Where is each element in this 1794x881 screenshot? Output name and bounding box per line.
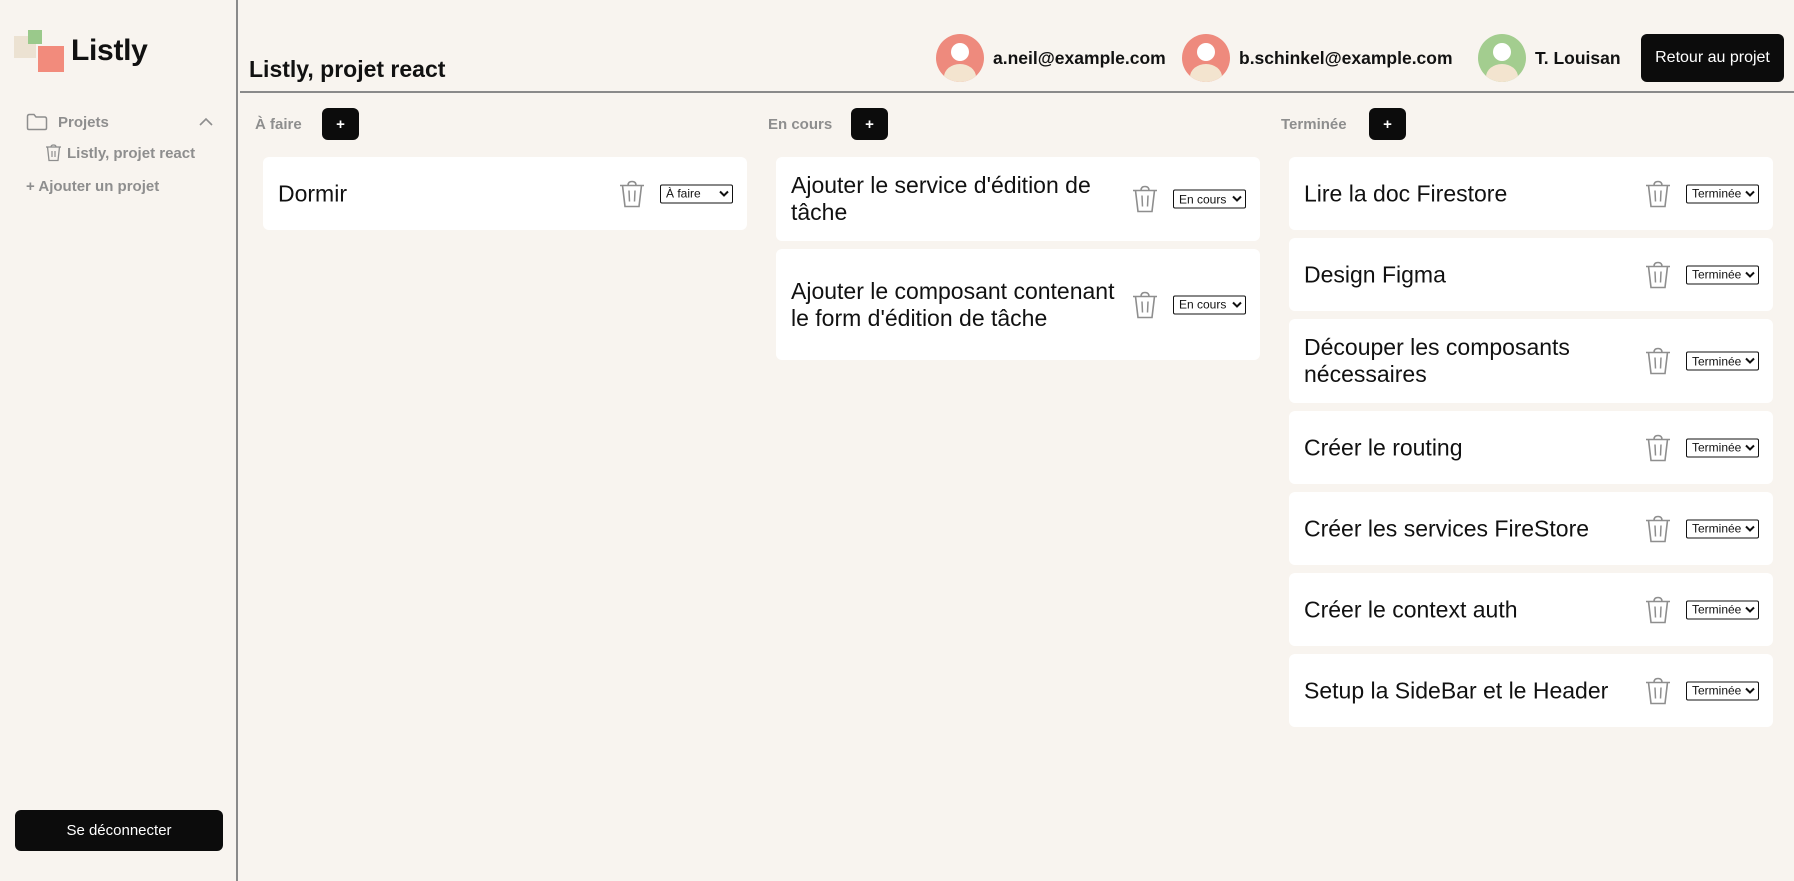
task-title: Design Figma	[1304, 261, 1446, 287]
trash-icon[interactable]	[1644, 595, 1672, 624]
column-title: À faire	[255, 116, 302, 133]
status-select[interactable]: Terminée	[1686, 265, 1759, 284]
task-card[interactable]: Design Figma Terminée	[1289, 238, 1773, 311]
sidebar-item-label: Listly, projet react	[67, 144, 196, 162]
task-title: Ajouter le service d'édition de tâche	[791, 172, 1091, 225]
avatar	[936, 34, 984, 82]
logo-text: Listly	[71, 34, 148, 67]
status-select[interactable]: À faire	[660, 184, 733, 203]
status-select[interactable]: Terminée	[1686, 519, 1759, 538]
task-title: Dormir	[278, 180, 347, 206]
chevron-up-icon[interactable]	[198, 114, 214, 130]
task-card[interactable]: Lire la doc Firestore Terminée	[1289, 157, 1773, 230]
card-list: Dormir À faire	[263, 157, 747, 238]
sidebar-projects-label: Projets	[58, 113, 109, 131]
member-chip[interactable]: b.schinkel@example.com	[1182, 34, 1453, 82]
trash-icon[interactable]	[1131, 185, 1159, 214]
task-title: Créer le context auth	[1304, 596, 1518, 622]
task-title: Ajouter le composant contenant le form d…	[791, 277, 1115, 331]
task-card[interactable]: Découper les composants nécessaires Term…	[1289, 319, 1773, 403]
task-card[interactable]: Créer le routing Terminée	[1289, 411, 1773, 484]
trash-icon[interactable]	[45, 144, 62, 162]
status-select[interactable]: Terminée	[1686, 438, 1759, 457]
app-root: Listly Projets Listly, projet react + Aj…	[0, 0, 1794, 881]
task-card[interactable]: Créer les services FireStore Terminée	[1289, 492, 1773, 565]
avatar	[1478, 34, 1526, 82]
task-title: Créer le routing	[1304, 434, 1463, 460]
member-name: a.neil@example.com	[993, 47, 1166, 68]
task-card[interactable]: Ajouter le composant contenant le form d…	[776, 249, 1260, 360]
add-task-button[interactable]: +	[851, 108, 888, 140]
card-list: Lire la doc Firestore Terminée Design Fi…	[1289, 157, 1773, 735]
trash-icon[interactable]	[1644, 347, 1672, 376]
task-title: Découper les composants nécessaires	[1304, 334, 1570, 387]
logo[interactable]: Listly	[14, 28, 148, 76]
column-title: En cours	[768, 116, 833, 133]
sidebar: Listly Projets Listly, projet react + Aj…	[0, 0, 238, 881]
trash-icon[interactable]	[1644, 433, 1672, 462]
task-title: Créer les services FireStore	[1304, 515, 1590, 541]
status-select[interactable]: En cours	[1173, 295, 1246, 314]
trash-icon[interactable]	[618, 179, 646, 208]
folder-icon	[26, 113, 48, 131]
status-select[interactable]: Terminée	[1686, 600, 1759, 619]
task-card[interactable]: Dormir À faire	[263, 157, 747, 230]
member-name: T. Louisan	[1535, 47, 1621, 68]
sidebar-item-project[interactable]: Listly, projet react	[45, 144, 195, 162]
member-chip[interactable]: a.neil@example.com	[936, 34, 1166, 82]
trash-icon[interactable]	[1131, 290, 1159, 319]
card-list: Ajouter le service d'édition de tâche En…	[776, 157, 1260, 368]
page-title: Listly, projet react	[249, 56, 446, 82]
trash-icon[interactable]	[1644, 676, 1672, 705]
sidebar-projects-toggle[interactable]: Projets	[26, 111, 214, 133]
task-card[interactable]: Setup la SideBar et le Header Terminée	[1289, 654, 1773, 727]
logout-button[interactable]: Se déconnecter	[15, 810, 223, 851]
status-select[interactable]: Terminée	[1686, 351, 1759, 371]
trash-icon[interactable]	[1644, 179, 1672, 208]
task-title: Setup la SideBar et le Header	[1304, 677, 1609, 703]
member-name: b.schinkel@example.com	[1239, 47, 1453, 68]
add-task-button[interactable]: +	[322, 108, 359, 140]
header: Listly, projet react a.neil@example.com …	[240, 0, 1794, 93]
trash-icon[interactable]	[1644, 260, 1672, 289]
task-card[interactable]: Créer le context auth Terminée	[1289, 573, 1773, 646]
avatar	[1182, 34, 1230, 82]
task-card[interactable]: Ajouter le service d'édition de tâche En…	[776, 157, 1260, 241]
status-select[interactable]: Terminée	[1686, 184, 1759, 203]
task-title: Lire la doc Firestore	[1304, 180, 1508, 206]
trash-icon[interactable]	[1644, 514, 1672, 543]
back-to-project-button[interactable]: Retour au projet	[1641, 34, 1784, 82]
add-project-link[interactable]: + Ajouter un projet	[26, 178, 159, 195]
status-select[interactable]: Terminée	[1686, 681, 1759, 700]
status-select[interactable]: En cours	[1173, 189, 1246, 209]
logo-mark-icon	[14, 28, 66, 76]
add-task-button[interactable]: +	[1369, 108, 1406, 140]
member-chip[interactable]: T. Louisan	[1478, 34, 1621, 82]
column-title: Terminée	[1281, 116, 1347, 133]
